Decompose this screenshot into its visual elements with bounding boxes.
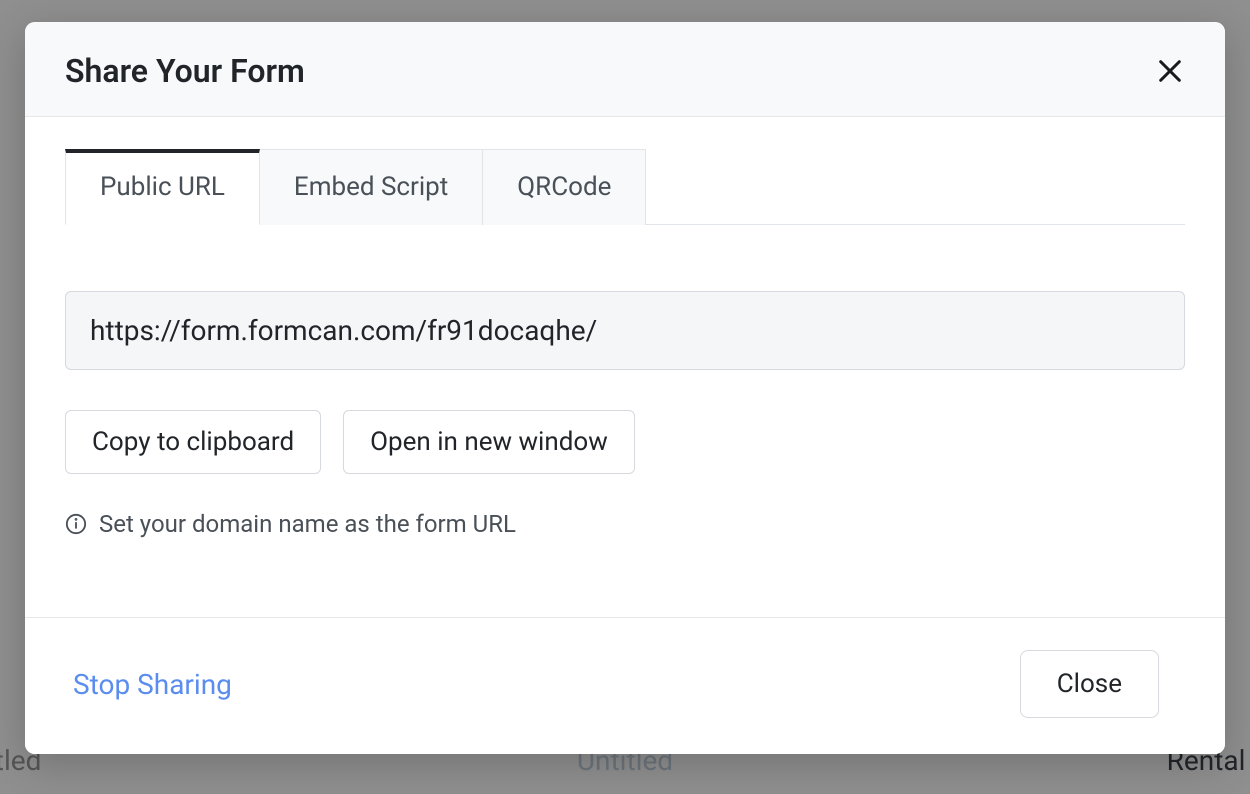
public-url-field[interactable] — [65, 291, 1185, 370]
tab-public-url[interactable]: Public URL — [65, 149, 260, 225]
share-form-modal: Share Your Form Public URL Embed Script … — [25, 22, 1225, 754]
modal-title: Share Your Form — [65, 52, 305, 90]
close-icon[interactable] — [1155, 56, 1185, 86]
tab-embed-script[interactable]: Embed Script — [260, 149, 483, 225]
stop-sharing-link[interactable]: Stop Sharing — [73, 668, 232, 701]
tab-label: Embed Script — [294, 172, 448, 202]
info-icon — [65, 513, 87, 535]
modal-footer: Stop Sharing Close — [25, 617, 1225, 754]
modal-body: Public URL Embed Script QRCode Copy to c… — [25, 117, 1225, 617]
action-buttons: Copy to clipboard Open in new window — [65, 410, 1185, 474]
tab-label: QRCode — [517, 172, 611, 202]
open-new-window-button[interactable]: Open in new window — [343, 410, 635, 474]
close-button[interactable]: Close — [1020, 650, 1159, 718]
copy-to-clipboard-button[interactable]: Copy to clipboard — [65, 410, 321, 474]
modal-header: Share Your Form — [25, 22, 1225, 117]
info-text: Set your domain name as the form URL — [99, 510, 516, 538]
tab-qrcode[interactable]: QRCode — [483, 149, 646, 225]
domain-info-row[interactable]: Set your domain name as the form URL — [65, 510, 1185, 538]
tabs: Public URL Embed Script QRCode — [65, 149, 1185, 225]
tab-label: Public URL — [100, 172, 225, 202]
